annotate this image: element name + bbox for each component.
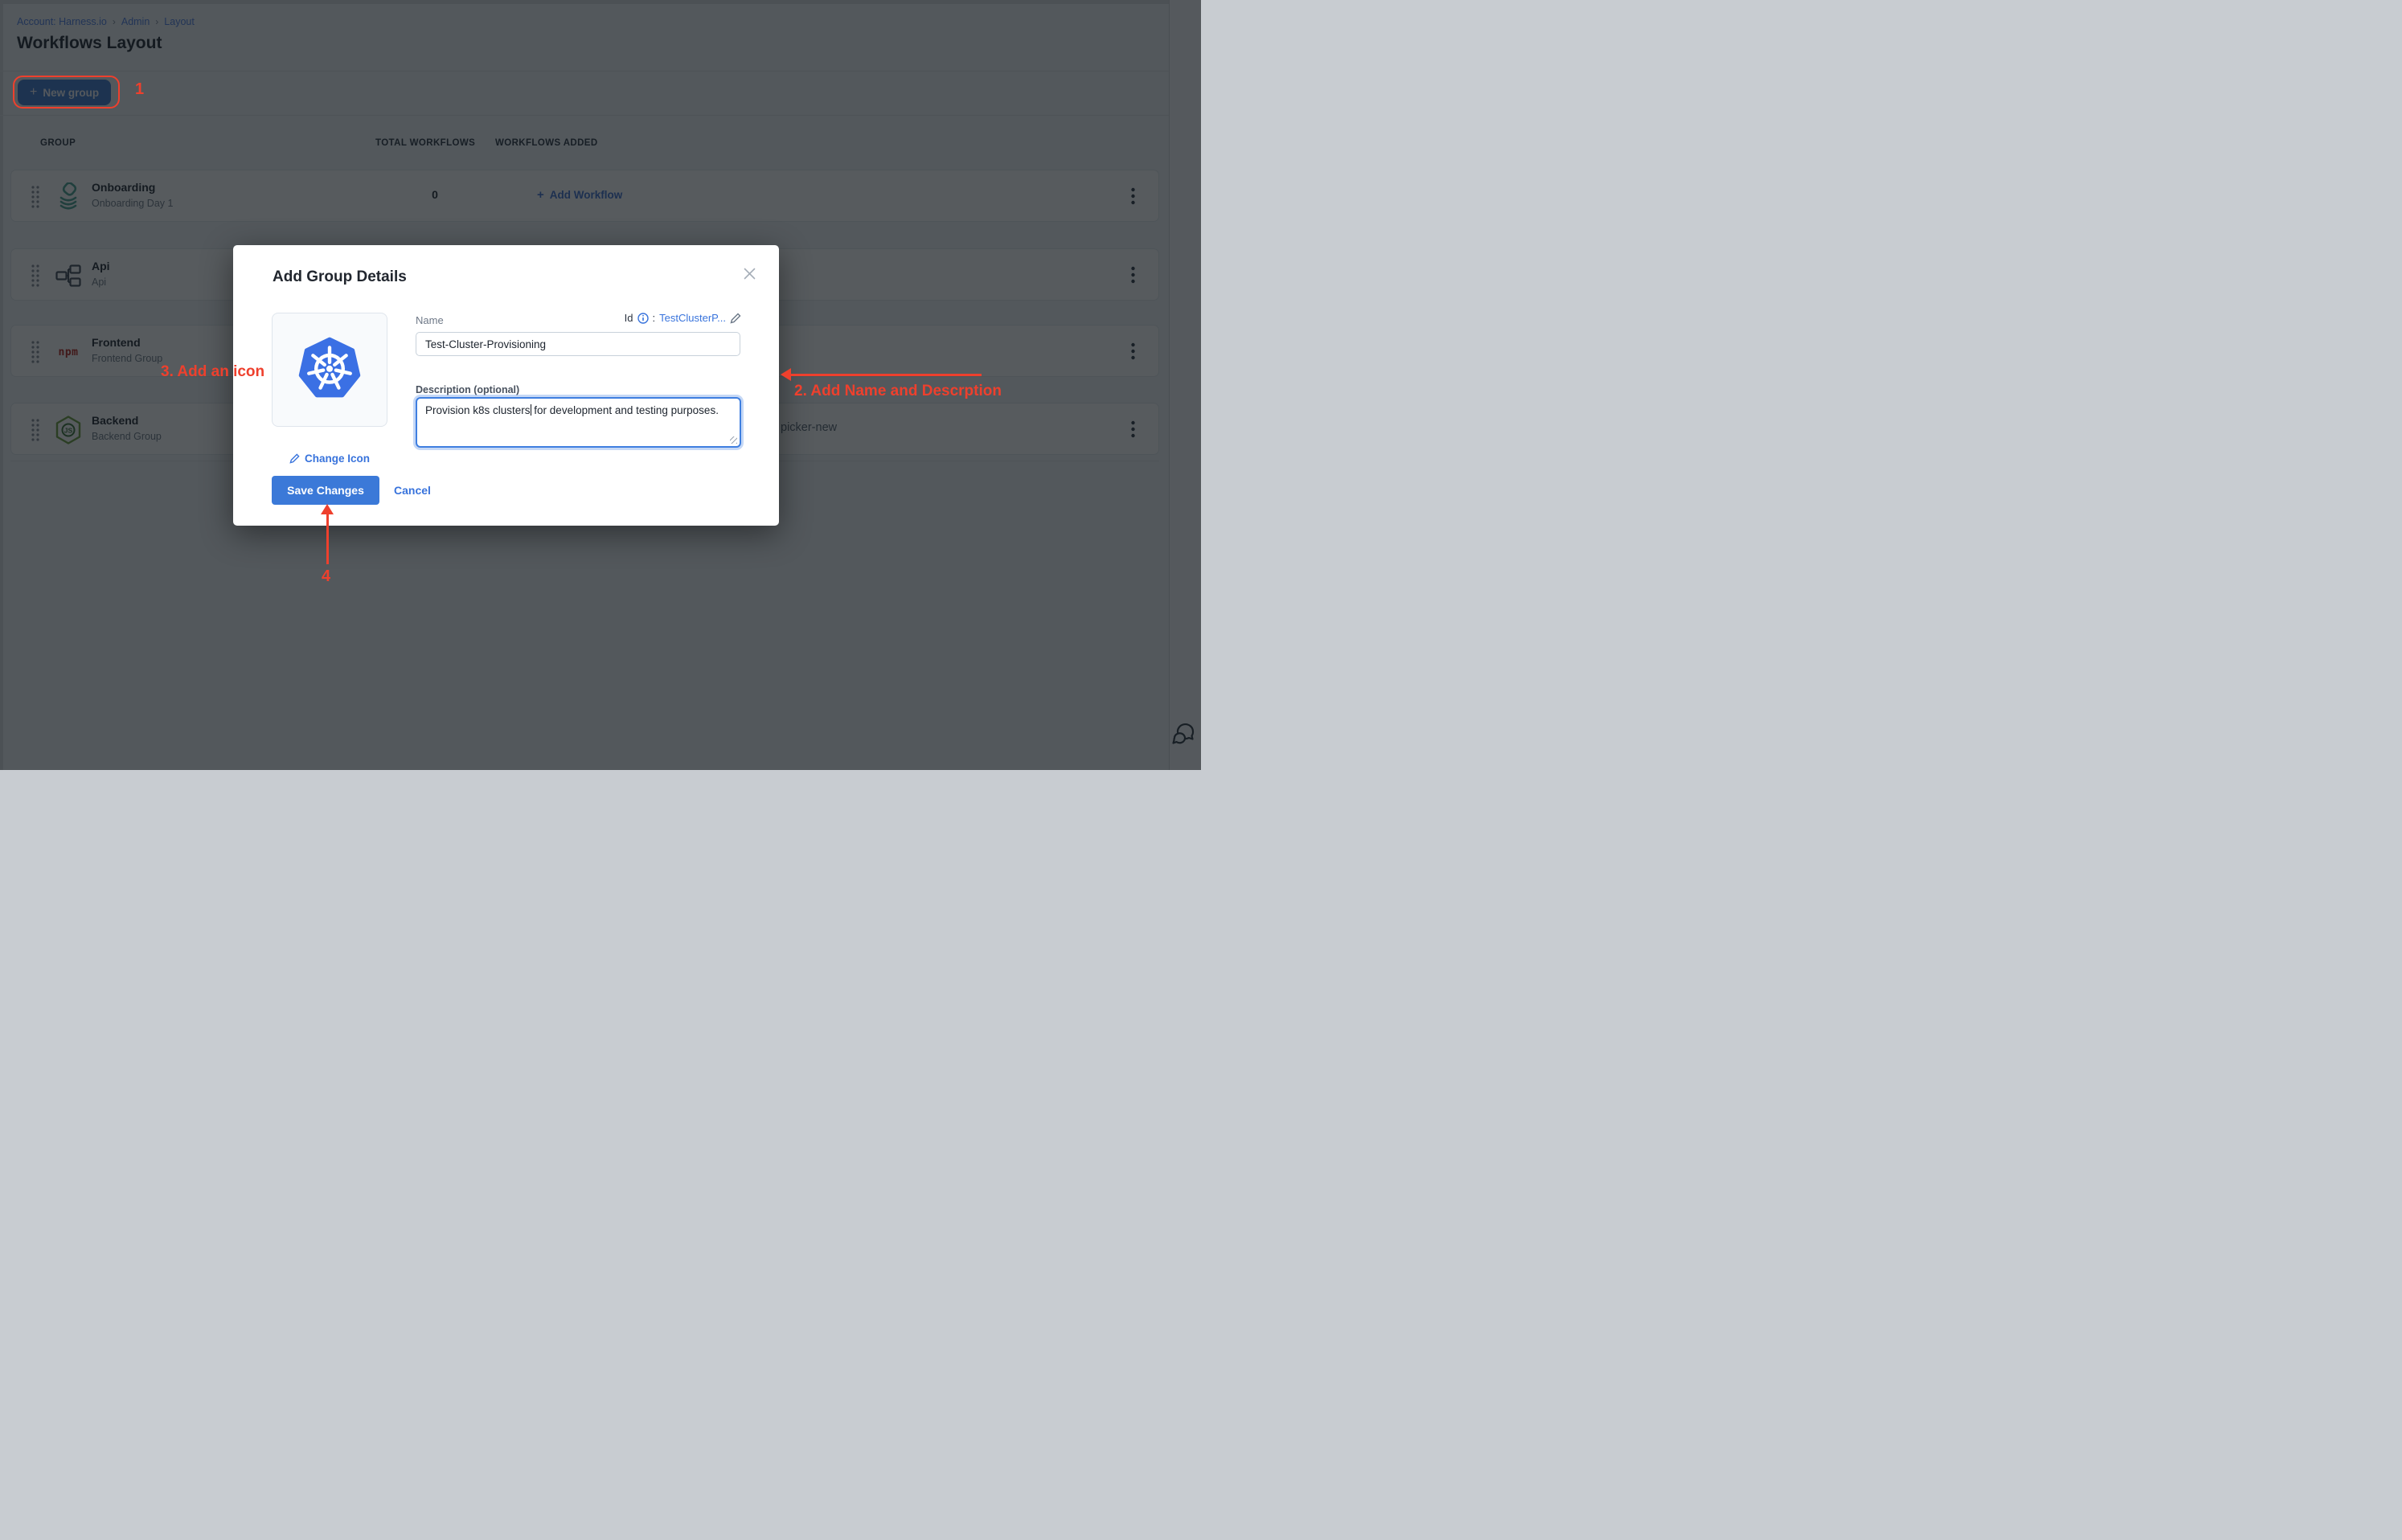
annotation-arrow-up-icon (321, 504, 334, 565)
description-text-before-caret: Provision k8s clusters (425, 404, 531, 416)
modal-title: Add Group Details (273, 268, 407, 286)
description-field-label: Description (optional) (416, 384, 519, 395)
cancel-button[interactable]: Cancel (394, 476, 431, 505)
name-field-label: Name (416, 314, 444, 326)
id-label: Id (625, 312, 633, 324)
id-value[interactable]: TestClusterP... (659, 312, 726, 324)
textarea-resize-grip[interactable] (730, 436, 737, 444)
annotation-step-2: 2. Add Name and Descrption (794, 383, 1002, 400)
annotation-arrow-left-icon (781, 368, 982, 381)
annotation-step-4: 4 (322, 567, 330, 586)
group-icon-preview[interactable] (272, 313, 387, 427)
annotation-step-1: 1 (135, 80, 144, 99)
close-icon[interactable] (740, 264, 758, 282)
description-textarea[interactable]: Provision k8s clusters for development a… (416, 397, 741, 448)
annotation-highlight-new-group (13, 76, 120, 109)
name-input[interactable] (416, 332, 740, 356)
entity-id-row: Id : TestClusterP... (625, 312, 741, 324)
save-changes-button[interactable]: Save Changes (272, 476, 379, 505)
add-group-details-modal: Add Group Details (233, 245, 779, 526)
edit-id-pencil-icon[interactable] (730, 313, 741, 324)
annotation-step-3: 3. Add an icon (161, 363, 264, 381)
screen: Account: Harness.io › Admin › Layout Wor… (0, 0, 1201, 770)
change-icon-label: Change Icon (305, 453, 370, 465)
pencil-icon (289, 453, 300, 464)
kubernetes-icon (297, 336, 362, 404)
id-colon: : (653, 312, 656, 324)
description-text-after-caret: for development and testing purposes. (531, 404, 719, 416)
change-icon-link[interactable]: Change Icon (272, 453, 387, 465)
info-icon[interactable] (637, 313, 649, 324)
